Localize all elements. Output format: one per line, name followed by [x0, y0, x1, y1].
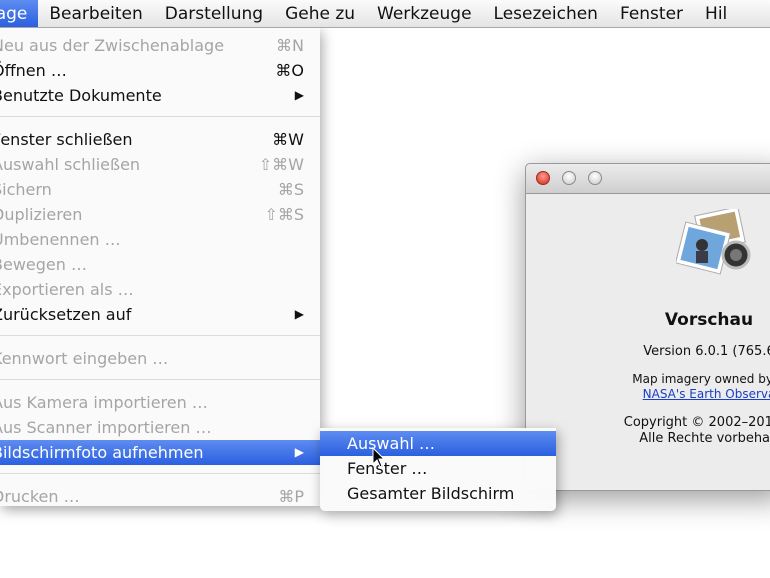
menu-item-label: Duplizieren: [0, 205, 83, 224]
shortcut: ⌘W: [272, 130, 304, 149]
menu-item-auswahl-schließen[interactable]: Auswahl schließen ⇧⌘W: [0, 152, 320, 177]
shortcut: ⌘O: [275, 61, 304, 80]
file-menu: Neu aus der Zwischenablage ⌘N Öffnen … ⌘O Be…: [0, 28, 320, 506]
menu-item-label: Exportieren als …: [0, 280, 134, 299]
menu-item-label: Zurücksetzen auf: [0, 305, 132, 324]
submenu-arrow-icon: ▶: [294, 88, 304, 102]
submenu-arrow-icon: ▶: [294, 445, 304, 459]
rights: Alle Rechte vorbehalt: [639, 431, 770, 446]
menu-separator: [0, 473, 320, 474]
menu-separator: [0, 116, 320, 117]
menu-separator: [0, 379, 320, 380]
minimize-button[interactable]: [562, 171, 576, 185]
menu-item-label: Benutzte Dokumente: [0, 86, 162, 105]
shortcut: ⌘P: [278, 487, 304, 506]
menu-separator: [0, 335, 320, 336]
menu-item-label: Öffnen …: [0, 61, 67, 80]
menu-item-öffnen[interactable]: Öffnen … ⌘O: [0, 58, 320, 83]
menu-item-exportieren-als[interactable]: Exportieren als …: [0, 277, 320, 302]
menu-darstellung[interactable]: Darstellung: [154, 0, 274, 27]
zoom-button[interactable]: [588, 171, 602, 185]
menu-item-label: Kennwort eingeben …: [0, 349, 169, 368]
shortcut: ⇧⌘W: [258, 155, 304, 174]
menu-item-label: Sichern: [0, 180, 52, 199]
mouse-cursor-icon: [372, 447, 386, 468]
menu-item-label: Auswahl schließen: [0, 155, 141, 174]
menu-lage[interactable]: lage: [0, 0, 39, 27]
menu-item-bildschirmfoto-aufnehmen[interactable]: Bildschirmfoto aufnehmen ▶: [0, 440, 320, 465]
menu-item-label: Bildschirmfoto aufnehmen: [0, 443, 204, 462]
menu-item-neu-aus-der-zwischenablage[interactable]: Neu aus der Zwischenablage ⌘N: [0, 33, 320, 58]
menu-item-sichern[interactable]: Sichern ⌘S: [0, 177, 320, 202]
menu-bar: lageBearbeitenDarstellungGehe zuWerkzeug…: [0, 0, 770, 28]
menu-fenster[interactable]: Fenster: [609, 0, 694, 27]
preview-app-icon: [676, 209, 751, 275]
menu-item-aus-kamera-importieren[interactable]: Aus Kamera importieren …: [0, 390, 320, 415]
menu-item-label: Aus Scanner importieren …: [0, 418, 212, 437]
menu-bearbeiten[interactable]: Bearbeiten: [38, 0, 153, 27]
menu-gehe-zu[interactable]: Gehe zu: [274, 0, 366, 27]
menu-item-duplizieren[interactable]: Duplizieren ⇧⌘S: [0, 202, 320, 227]
menu-item-bewegen[interactable]: Bewegen …: [0, 252, 320, 277]
menu-item-drucken[interactable]: Drucken … ⌘P: [0, 484, 320, 509]
about-window: Vorschau Version 6.0.1 (765.6 Map imager…: [525, 163, 770, 491]
submenu-item-auswahl[interactable]: Auswahl …: [320, 431, 556, 456]
menu-hil[interactable]: Hil: [694, 0, 738, 27]
menu-werkzeuge[interactable]: Werkzeuge: [366, 0, 483, 27]
version-text: Version 6.0.1 (765.6: [643, 344, 770, 359]
menu-item-fenster-schließen[interactable]: Fenster schließen ⌘W: [0, 127, 320, 152]
menu-item-umbenennen[interactable]: Umbenennen …: [0, 227, 320, 252]
copyright: Copyright © 2002–2012 A: [623, 415, 770, 430]
submenu-item-gesamter-bildschirm[interactable]: Gesamter Bildschirm: [320, 481, 556, 506]
submenu-item-fenster[interactable]: Fenster …: [320, 456, 556, 481]
menu-lesezeichen[interactable]: Lesezeichen: [483, 0, 609, 27]
title-bar[interactable]: [526, 164, 770, 194]
screenshot-submenu: Auswahl … Fenster … Gesamter Bildschirm: [320, 428, 556, 511]
submenu-arrow-icon: ▶: [294, 307, 304, 321]
menu-item-label: Fenster schließen: [0, 130, 133, 149]
menu-item-label: Drucken …: [0, 487, 80, 506]
menu-item-zurücksetzen-auf[interactable]: Zurücksetzen auf ▶: [0, 302, 320, 327]
map-credit: Map imagery owned by N: [632, 372, 770, 386]
menu-item-aus-scanner-importieren[interactable]: Aus Scanner importieren …: [0, 415, 320, 440]
menu-item-label: Aus Kamera importieren …: [0, 393, 208, 412]
menu-item-label: Umbenennen …: [0, 230, 121, 249]
app-name: Vorschau: [664, 310, 754, 330]
shortcut: ⌘N: [276, 36, 304, 55]
shortcut: ⌘S: [277, 180, 304, 199]
shortcut: ⇧⌘S: [264, 205, 304, 224]
menu-item-kennwort-eingeben[interactable]: Kennwort eingeben …: [0, 346, 320, 371]
close-button[interactable]: [536, 171, 550, 185]
menu-item-label: Neu aus der Zwischenablage: [0, 36, 225, 55]
nasa-link[interactable]: NASA's Earth Observa: [526, 387, 770, 401]
menu-item-label: Bewegen …: [0, 255, 87, 274]
menu-item-benutzte-dokumente[interactable]: Benutzte Dokumente ▶: [0, 83, 320, 108]
